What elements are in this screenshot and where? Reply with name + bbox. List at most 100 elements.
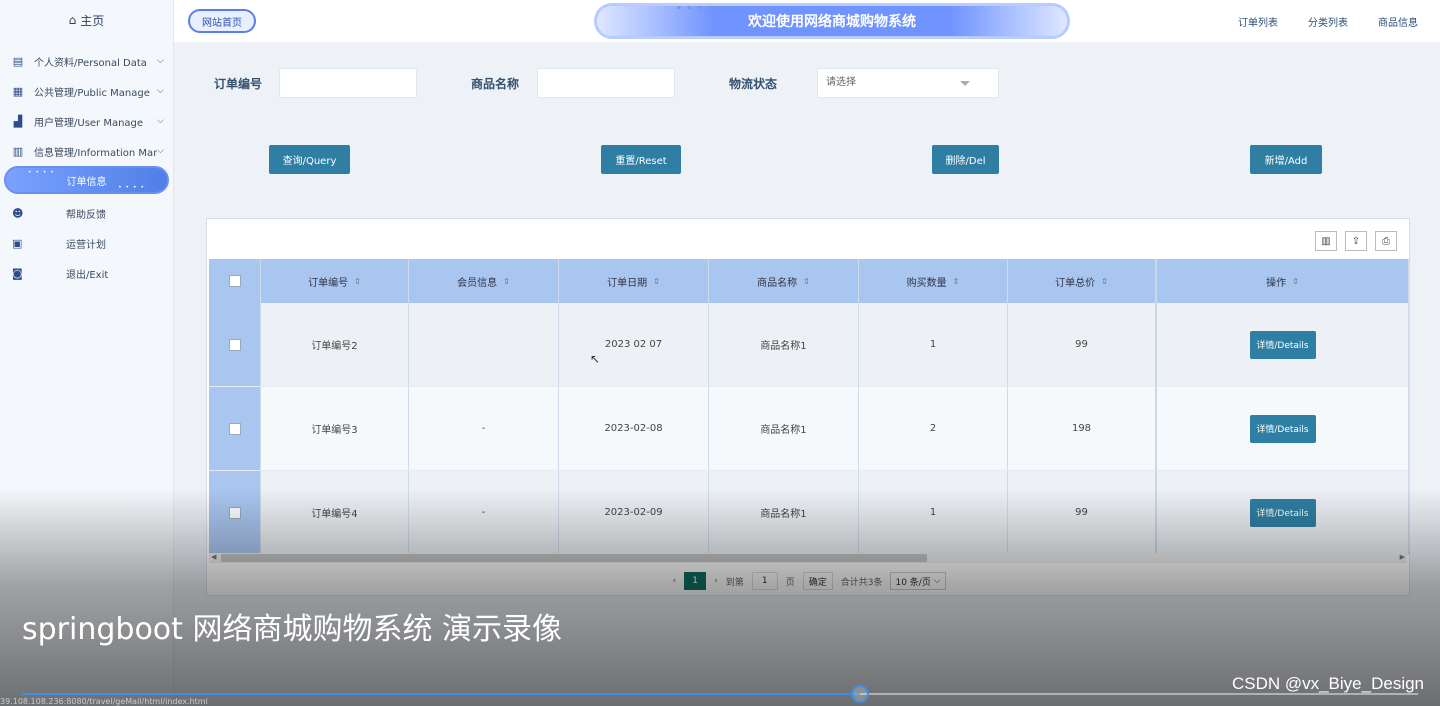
row-checkbox[interactable] — [228, 422, 241, 435]
table-row[interactable]: 订单编号2 2023 02 07 商品名称1 1 99 详情/Details — [209, 303, 1409, 387]
sort-icon[interactable]: ⇕ — [503, 277, 510, 286]
sort-icon[interactable]: ⇕ — [953, 277, 960, 286]
watermark: CSDN @vx_Biye_Design — [1231, 674, 1424, 693]
row-select-cell — [209, 471, 261, 555]
doc-icon: ▦ — [12, 84, 24, 98]
row-checkbox[interactable] — [228, 506, 241, 519]
horizontal-scrollbar[interactable]: ◀ ▶ — [209, 553, 1407, 563]
select-all-checkbox[interactable] — [228, 275, 241, 287]
chevron-down-icon: ⌵ — [157, 86, 164, 96]
users-icon: ▟ — [13, 114, 23, 128]
row-select-cell — [209, 303, 261, 387]
page-size-select[interactable]: 10 条/页 ⌵ — [890, 572, 946, 590]
cell-actions: 详情/Details — [1156, 471, 1409, 555]
goto-page-input[interactable]: 1 — [751, 572, 778, 590]
sidebar-item-help[interactable]: ☻ 帮助反馈 — [0, 198, 173, 228]
exit-icon: ◙ — [12, 266, 23, 280]
goods-name-input[interactable] — [537, 68, 675, 98]
chevron-down-icon: ⌵ — [157, 116, 164, 126]
cell-qty: 1 — [859, 471, 1008, 555]
header-goods[interactable]: 商品名称 ⇕ — [709, 259, 859, 303]
header-total[interactable]: 订单总价 ⇕ — [1008, 259, 1156, 303]
header-qty[interactable]: 购买数量 ⇕ — [859, 259, 1008, 303]
add-button[interactable]: 新增/Add — [1250, 145, 1322, 174]
details-button[interactable]: 详情/Details — [1249, 330, 1316, 359]
goods-name-label: 商品名称 — [471, 77, 520, 91]
pagination: ‹ 1 › 到第 1 页 确定 合计共3条 10 条/页 ⌵ — [207, 571, 1411, 591]
logistics-select-value: 请选择 — [826, 77, 856, 88]
goto-confirm-button[interactable]: 确定 — [802, 572, 833, 590]
page-number-current[interactable]: 1 — [684, 572, 707, 590]
cell-member: - — [409, 471, 559, 555]
decor-dots: • • • • — [28, 169, 55, 176]
print-icon[interactable]: ⎙ — [1375, 231, 1397, 251]
video-progress-bar[interactable] — [22, 685, 1418, 703]
sidebar-subitem-order-info[interactable]: • • • • 订单信息 • • • • — [4, 166, 169, 194]
sidebar-item-exit[interactable]: ◙ 退出/Exit — [0, 258, 173, 288]
sidebar-subitem-label: 订单信息 — [66, 176, 107, 188]
sidebar-item-user[interactable]: ▟ 用户管理/User Manage ⌵ — [0, 106, 173, 136]
top-nav: 订单列表 分类列表 商品信息 — [1238, 14, 1418, 29]
table-row[interactable]: 订单编号3 - 2023-02-08 商品名称1 2 198 详情/Detail… — [209, 387, 1409, 471]
order-no-input[interactable] — [279, 68, 417, 98]
sort-icon[interactable]: ⇕ — [653, 277, 660, 286]
sidebar-item-public[interactable]: ▦ 公共管理/Public Manage ⌵ — [0, 76, 173, 106]
details-button[interactable]: 详情/Details — [1249, 498, 1316, 527]
reset-button[interactable]: 重置/Reset — [601, 145, 681, 174]
data-table: 订单编号 ⇕ 会员信息 ⇕ 订单日期 ⇕ 商品名称 ⇕ 购买数量 ⇕ 订单总价 ⇕ 操作 ⇕ … — [209, 259, 1409, 555]
header-order-no[interactable]: 订单编号 ⇕ — [261, 259, 409, 303]
goto-label: 到第 — [725, 577, 744, 588]
home-icon: ⌂ — [68, 13, 77, 27]
sort-icon[interactable]: ⇕ — [1292, 277, 1299, 286]
delete-button[interactable]: 删除/Del — [932, 145, 999, 174]
page-title-text: 欢迎使用网络商城购物系统 — [748, 14, 916, 30]
cell-order-no: 订单编号2 — [261, 303, 409, 387]
order-no-label: 订单编号 — [214, 77, 263, 91]
header-member[interactable]: 会员信息 ⇕ — [409, 259, 559, 303]
scrollbar-thumb[interactable] — [221, 554, 927, 562]
sidebar-item-label: 公共管理/Public Manage — [34, 87, 150, 99]
query-button[interactable]: 查询/Query — [269, 145, 350, 174]
sort-icon[interactable]: ⇕ — [803, 277, 810, 286]
chevron-down-icon: ⌵ — [157, 146, 164, 156]
cell-member — [409, 303, 559, 387]
prev-page-icon[interactable]: ‹ — [672, 576, 676, 586]
help-icon: ☻ — [12, 206, 24, 220]
site-home-button[interactable]: 网站首页 — [188, 9, 256, 33]
nav-link-goods-info[interactable]: 商品信息 — [1378, 14, 1418, 29]
table-row[interactable]: 订单编号4 - 2023-02-09 商品名称1 1 99 详情/Details — [209, 471, 1409, 555]
export-icon[interactable]: ⇪ — [1345, 231, 1367, 251]
home-label: 主页 — [80, 13, 105, 28]
page-title: ▪ ▪ ▪ ▪ ▪ 欢迎使用网络商城购物系统 — [594, 3, 1070, 39]
cell-member: - — [409, 387, 559, 471]
scroll-right-icon[interactable]: ▶ — [1400, 553, 1405, 561]
cell-order-no: 订单编号3 — [261, 387, 409, 471]
table-panel: ▥ ⇪ ⎙ 订单编号 ⇕ 会员信息 ⇕ 订单日期 ⇕ 商品名称 ⇕ 购买数量 ⇕ 订单总价… — [206, 218, 1410, 596]
header-date[interactable]: 订单日期 ⇕ — [559, 259, 709, 303]
sort-icon[interactable]: ⇕ — [354, 277, 361, 286]
scroll-left-icon[interactable]: ◀ — [211, 553, 216, 561]
logistics-select[interactable]: 请选择 — [817, 68, 999, 98]
chart-icon: ▥ — [12, 144, 24, 158]
details-button[interactable]: 详情/Details — [1249, 414, 1316, 443]
cell-goods: 商品名称1 — [709, 303, 859, 387]
sidebar-item-personal[interactable]: ▤ 个人资料/Personal Data ⌵ — [0, 46, 173, 76]
nav-link-order-list[interactable]: 订单列表 — [1238, 14, 1278, 29]
top-header: 网站首页 ▪ ▪ ▪ ▪ ▪ 欢迎使用网络商城购物系统 订单列表 分类列表 商品… — [174, 0, 1440, 42]
nav-link-category-list[interactable]: 分类列表 — [1308, 14, 1348, 29]
cell-actions: 详情/Details — [1156, 387, 1409, 471]
select-all-cell — [209, 259, 261, 303]
page-unit-label: 页 — [785, 577, 795, 588]
row-checkbox[interactable] — [228, 338, 241, 351]
sort-icon[interactable]: ⇕ — [1101, 277, 1108, 286]
sidebar-home[interactable]: ⌂ 主页 — [0, 0, 173, 40]
next-page-icon[interactable]: › — [714, 576, 718, 586]
table-header-row: 订单编号 ⇕ 会员信息 ⇕ 订单日期 ⇕ 商品名称 ⇕ 购买数量 ⇕ 订单总价 ⇕ 操作 ⇕ — [209, 259, 1409, 303]
sidebar-item-label: 运营计划 — [66, 239, 106, 251]
columns-icon[interactable]: ▥ — [1315, 231, 1337, 251]
cell-total: 198 — [1008, 387, 1156, 471]
cell-actions: 详情/Details — [1156, 303, 1409, 387]
sidebar-item-information[interactable]: ▥ 信息管理/Information Manage ⌵ — [0, 136, 173, 166]
video-progress-knob[interactable] — [850, 685, 869, 703]
sidebar-item-plan[interactable]: ▣ 运营计划 — [0, 228, 173, 258]
